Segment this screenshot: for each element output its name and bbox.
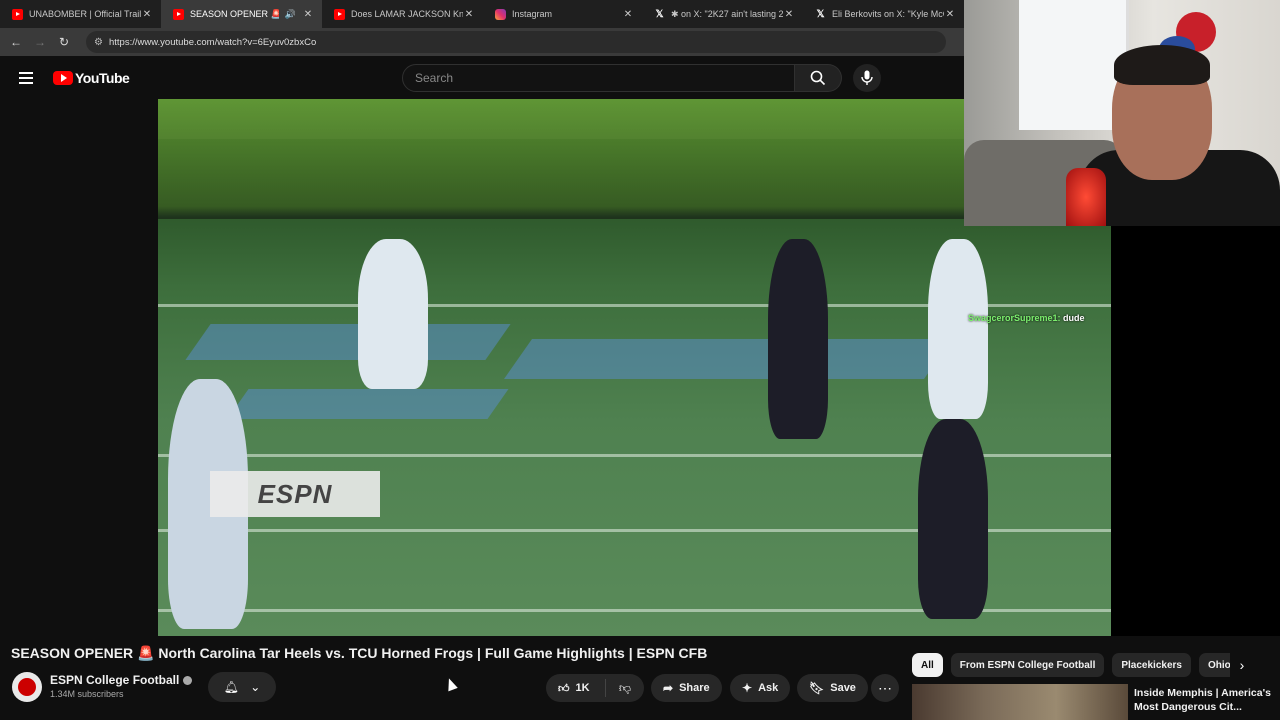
- youtube-play-icon: [53, 71, 73, 85]
- ask-button[interactable]: ✦ Ask: [730, 674, 791, 702]
- subscriber-count: 1.34M subscribers: [50, 689, 124, 699]
- x-icon: 𝕏: [655, 8, 664, 20]
- search-bar: [402, 64, 842, 92]
- microphone-icon: [861, 70, 873, 85]
- close-icon[interactable]: ✕: [141, 9, 153, 20]
- field-logo-paint: [503, 339, 953, 379]
- youtube-logo[interactable]: YouTube: [53, 70, 130, 86]
- related-filter-chips: All From ESPN College Football Placekick…: [912, 653, 1280, 677]
- chip-placekickers[interactable]: Placekickers: [1112, 653, 1191, 677]
- sparkle-icon: ✦: [742, 681, 753, 695]
- hamburger-menu-icon[interactable]: [19, 72, 33, 84]
- youtube-icon: [12, 8, 23, 20]
- channel-row: ESPN College Football 1.34M subscribers …: [12, 672, 432, 702]
- tab-title: Instagram: [512, 9, 553, 19]
- espn-watermark: ESPN: [210, 471, 380, 517]
- screen: UNABOMBER | Official Trailer | ✕ SEASON …: [0, 0, 1280, 720]
- chat-message: SwagcerorSupreme1: dude: [968, 313, 1085, 323]
- share-wrap: ➦ Share: [651, 674, 722, 702]
- field-logo-paint: [227, 389, 509, 419]
- save-button[interactable]: 🔖︎ Save: [797, 674, 868, 702]
- notification-bell-button[interactable]: 🔔︎ ⌄: [208, 672, 276, 702]
- close-icon[interactable]: ✕: [944, 9, 956, 20]
- speaker-icon[interactable]: 🔊: [285, 9, 296, 20]
- share-arrow-icon: ➦: [663, 681, 674, 695]
- logo-text: YouTube: [75, 70, 130, 86]
- browser-tab[interactable]: Does LAMAR JACKSON Know E ✕: [322, 0, 483, 28]
- voice-search-button[interactable]: [853, 64, 881, 92]
- forward-arrow-icon[interactable]: →: [28, 35, 52, 49]
- more-horizontal-icon: ⋯: [878, 679, 892, 696]
- espn-logo-text: ESPN: [257, 478, 333, 509]
- url-text: https://www.youtube.com/watch?v=6Eyuv0zb…: [108, 36, 317, 48]
- search-icon: [810, 70, 826, 86]
- ask-wrap: ✦ Ask: [730, 674, 791, 702]
- browser-tab[interactable]: 𝕏 Eli Berkovits on X: "Kyle McCorc ✕: [803, 0, 964, 28]
- browser-tab[interactable]: 𝕏 ✱ on X: "2K27 ain't lasting 2 m ✕: [642, 0, 803, 28]
- letterbox-bar: [1111, 226, 1280, 636]
- tab-title: ✱ on X: "2K27 ain't lasting 2 m: [671, 8, 783, 19]
- chip-all[interactable]: All: [912, 653, 943, 677]
- suggested-video-thumbnail[interactable]: [912, 684, 1128, 720]
- player-white: [358, 239, 428, 389]
- reload-icon[interactable]: ↻: [52, 35, 76, 49]
- tab-title: UNABOMBER | Official Trailer |: [29, 9, 141, 19]
- verified-icon: [183, 676, 193, 686]
- share-button[interactable]: ➦ Share: [651, 674, 722, 702]
- field-logo-paint: [185, 324, 511, 360]
- x-icon: 𝕏: [816, 8, 825, 20]
- youtube-icon: [334, 8, 345, 20]
- dislike-button[interactable]: 👎︎: [606, 681, 644, 696]
- share-label: Share: [679, 682, 710, 694]
- save-label: Save: [830, 682, 856, 694]
- youtube-icon: [173, 8, 184, 20]
- tab-title: Does LAMAR JACKSON Know E: [351, 9, 463, 19]
- like-dislike-group: 👍︎ 1K 👎︎: [546, 674, 644, 702]
- bell-icon: 🔔︎: [223, 680, 239, 694]
- thumbs-up-icon: 👍︎: [558, 682, 570, 695]
- browser-tab-active[interactable]: SEASON OPENER 🚨 North 🔊 ✕: [161, 0, 322, 28]
- chip-from-channel[interactable]: From ESPN College Football: [950, 653, 1105, 677]
- browser-tab[interactable]: Instagram ✕: [483, 0, 642, 28]
- streamer-hair: [1114, 45, 1210, 85]
- mouse-cursor: [444, 676, 458, 692]
- instagram-icon: [495, 8, 506, 20]
- tab-title: Eli Berkovits on X: "Kyle McCorc: [832, 9, 944, 19]
- address-bar: ← → ↻ ⚙ https://www.youtube.com/watch?v=…: [0, 28, 964, 56]
- youtube-header: YouTube: [0, 56, 964, 100]
- close-icon[interactable]: ✕: [783, 9, 795, 20]
- suggested-video-title[interactable]: Inside Memphis | America's Most Dangerou…: [1134, 686, 1274, 714]
- chevron-right-icon[interactable]: ›: [1230, 653, 1254, 677]
- player-white: [928, 239, 988, 419]
- player-dark: [768, 239, 828, 439]
- ask-label: Ask: [758, 682, 779, 694]
- webcam-overlay: [964, 0, 1280, 226]
- channel-avatar[interactable]: [12, 672, 42, 702]
- channel-name[interactable]: ESPN College Football: [50, 673, 193, 687]
- browser-tab[interactable]: UNABOMBER | Official Trailer | ✕: [0, 0, 161, 28]
- thumbs-down-icon: 👎︎: [618, 680, 632, 695]
- player-dark: [918, 419, 988, 619]
- url-field[interactable]: ⚙ https://www.youtube.com/watch?v=6Eyuv0…: [86, 31, 946, 53]
- site-settings-icon[interactable]: ⚙: [94, 37, 103, 48]
- chevron-down-icon: ⌄: [250, 680, 261, 694]
- back-arrow-icon[interactable]: ←: [4, 35, 28, 49]
- search-input[interactable]: [402, 64, 795, 92]
- like-button[interactable]: 👍︎ 1K: [546, 679, 606, 697]
- streamer-microphone: [1066, 168, 1106, 226]
- video-title: SEASON OPENER 🚨 North Carolina Tar Heels…: [11, 645, 708, 661]
- more-actions-button[interactable]: ⋯: [871, 674, 899, 702]
- close-icon[interactable]: ✕: [622, 9, 634, 20]
- tab-title: SEASON OPENER 🚨 North: [190, 8, 279, 19]
- search-button[interactable]: [795, 64, 842, 92]
- browser-tab-strip: UNABOMBER | Official Trailer | ✕ SEASON …: [0, 0, 964, 28]
- close-icon[interactable]: ✕: [302, 9, 314, 20]
- save-wrap: 🔖︎ Save: [797, 674, 868, 702]
- chat-text: dude: [1060, 313, 1085, 323]
- chat-username: SwagcerorSupreme1:: [968, 313, 1061, 323]
- close-icon[interactable]: ✕: [463, 9, 475, 20]
- like-count: 1K: [575, 682, 590, 694]
- bookmark-icon: 🔖︎: [809, 681, 825, 695]
